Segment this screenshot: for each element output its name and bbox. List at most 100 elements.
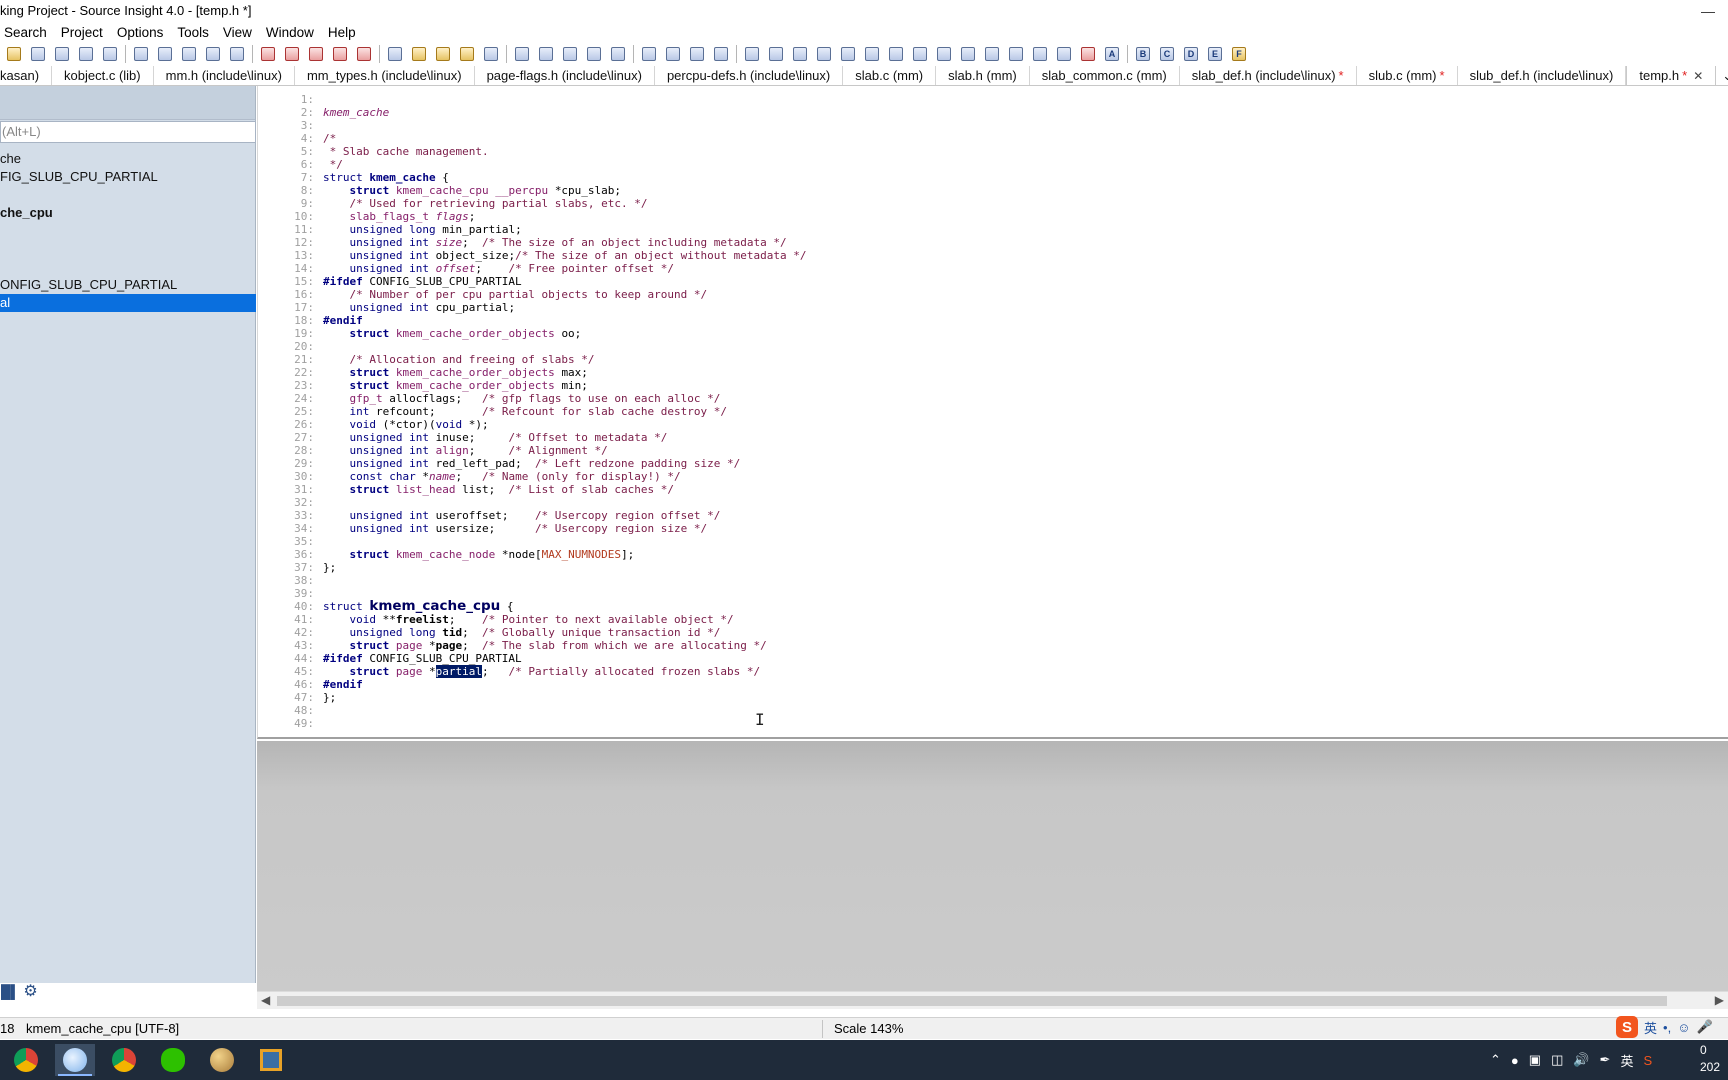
a-icon[interactable]: A: [1102, 44, 1122, 64]
symbol-item[interactable]: che_cpu: [0, 204, 256, 222]
symbol-item[interactable]: FIG_SLUB_CPU_PARTIAL: [0, 168, 256, 186]
tray-window-icon[interactable]: ▣: [1529, 1052, 1541, 1068]
menu-project[interactable]: Project: [57, 25, 113, 40]
network-icon[interactable]: ◫: [1551, 1052, 1563, 1068]
chrome-alt-icon[interactable]: [104, 1044, 144, 1076]
menu-view[interactable]: View: [219, 25, 262, 40]
rename-icon[interactable]: [608, 44, 628, 64]
zoom-icon[interactable]: [766, 44, 786, 64]
menu-window[interactable]: Window: [262, 25, 324, 40]
symbol-item[interactable]: ONFIG_SLUB_CPU_PARTIAL: [0, 276, 256, 294]
bookmark-list-icon[interactable]: [457, 44, 477, 64]
symbol-item[interactable]: che: [0, 150, 256, 168]
undo-icon[interactable]: [203, 44, 223, 64]
vmware-icon[interactable]: [251, 1044, 291, 1076]
bookmark-icon[interactable]: [409, 44, 429, 64]
file-tab[interactable]: kobject.c (lib): [52, 66, 154, 85]
symbol-item[interactable]: [0, 240, 256, 258]
plus-minus-icon[interactable]: [1006, 44, 1026, 64]
browse-icon[interactable]: [330, 44, 350, 64]
grid-icon[interactable]: [982, 44, 1002, 64]
bird-icon[interactable]: [934, 44, 954, 64]
wechat-icon[interactable]: [153, 1044, 193, 1076]
book-icon[interactable]: █▌: [1, 984, 19, 999]
layout-3-icon[interactable]: [687, 44, 707, 64]
tree-icon[interactable]: [790, 44, 810, 64]
remove-icon[interactable]: [1054, 44, 1074, 64]
p-icon[interactable]: [742, 44, 762, 64]
graph-icon[interactable]: [838, 44, 858, 64]
source-insight-icon[interactable]: [55, 1044, 95, 1076]
b-icon[interactable]: B: [1133, 44, 1153, 64]
relation-icon[interactable]: [584, 44, 604, 64]
layout-4-icon[interactable]: [711, 44, 731, 64]
chrome-icon[interactable]: [6, 1044, 46, 1076]
find-icon[interactable]: [258, 44, 278, 64]
file-tab[interactable]: slab.h (mm): [936, 66, 1030, 85]
symbol-item[interactable]: [0, 222, 256, 240]
close-tab-icon[interactable]: ✕: [1693, 69, 1703, 83]
open-file-icon[interactable]: [4, 44, 24, 64]
symbol-item[interactable]: [0, 186, 256, 204]
file-tab[interactable]: slab_def.h (include\linux) *: [1180, 66, 1357, 85]
file-tab[interactable]: percpu-defs.h (include\linux): [655, 66, 844, 85]
pen-icon[interactable]: ✒: [1600, 1052, 1611, 1068]
ime-punctuation[interactable]: •,: [1663, 1020, 1671, 1035]
file-tab[interactable]: slab_common.c (mm): [1030, 66, 1180, 85]
ime-language[interactable]: 英: [1644, 1018, 1657, 1037]
window-icon[interactable]: [886, 44, 906, 64]
sync-icon[interactable]: [862, 44, 882, 64]
tray-app-icon[interactable]: ●: [1511, 1053, 1519, 1068]
symbol-window-icon[interactable]: [536, 44, 556, 64]
c-icon[interactable]: C: [1157, 44, 1177, 64]
tray-expand-icon[interactable]: ⌃: [1490, 1052, 1501, 1068]
scroll-thumb[interactable]: [277, 996, 1667, 1006]
paste-icon[interactable]: [179, 44, 199, 64]
scroll-left-icon[interactable]: ◀: [261, 993, 270, 1007]
tray-language[interactable]: 英: [1620, 1051, 1633, 1070]
menu-search[interactable]: Search: [0, 25, 57, 40]
minimize-button[interactable]: —: [1688, 0, 1728, 22]
cut-icon[interactable]: [131, 44, 151, 64]
jump-down-icon[interactable]: [306, 44, 326, 64]
replace-icon[interactable]: [354, 44, 374, 64]
menu-help[interactable]: Help: [324, 25, 366, 40]
scroll-right-icon[interactable]: ▶: [1715, 993, 1724, 1007]
copy-icon[interactable]: [155, 44, 175, 64]
layout-2-icon[interactable]: [663, 44, 683, 64]
symbol-item[interactable]: al: [0, 294, 256, 312]
file-tab[interactable]: slub.c (mm) *: [1357, 66, 1458, 85]
save-all-icon[interactable]: [52, 44, 72, 64]
bookmark-next-icon[interactable]: [433, 44, 453, 64]
project-icon[interactable]: [512, 44, 532, 64]
link-icon[interactable]: [958, 44, 978, 64]
add-icon[interactable]: [1030, 44, 1050, 64]
context-icon[interactable]: [560, 44, 580, 64]
file-tab[interactable]: page-flags.h (include\linux): [475, 66, 655, 85]
file-tab[interactable]: mm_types.h (include\linux): [295, 66, 475, 85]
file-tab[interactable]: mm.h (include\linux): [154, 66, 295, 85]
code-editor[interactable]: 1: 2: kmem_cache 3: 4: /* 5: * Slab cache mana…: [257, 86, 1728, 739]
e-icon[interactable]: E: [1205, 44, 1225, 64]
file-tab[interactable]: kasan): [0, 66, 53, 85]
lookup-icon[interactable]: [385, 44, 405, 64]
volume-icon[interactable]: 🔊: [1573, 1052, 1589, 1068]
gear-icon[interactable]: ⚙: [23, 981, 37, 1001]
redo-icon[interactable]: [227, 44, 247, 64]
car-icon[interactable]: [910, 44, 930, 64]
layout-1-icon[interactable]: [639, 44, 659, 64]
d-icon[interactable]: D: [1181, 44, 1201, 64]
file-tab[interactable]: slub_def.h (include\linux): [1458, 66, 1627, 85]
file-tab[interactable]: temp.h * ✕: [1626, 66, 1717, 85]
f-icon[interactable]: F: [1229, 44, 1249, 64]
close-x-icon[interactable]: [1078, 44, 1098, 64]
star-icon[interactable]: [481, 44, 501, 64]
file-tab[interactable]: slab.c (mm): [843, 66, 937, 85]
tab-overflow-icon[interactable]: ⌄: [1716, 66, 1728, 85]
menu-options[interactable]: Options: [113, 25, 174, 40]
ime-tray-icon[interactable]: S: [1643, 1053, 1652, 1068]
horizontal-scrollbar[interactable]: ◀ ▶: [257, 991, 1728, 1009]
menu-tools[interactable]: Tools: [173, 25, 219, 40]
save-icon[interactable]: [28, 44, 48, 64]
symbol-search-input[interactable]: (Alt+L): [0, 121, 256, 143]
